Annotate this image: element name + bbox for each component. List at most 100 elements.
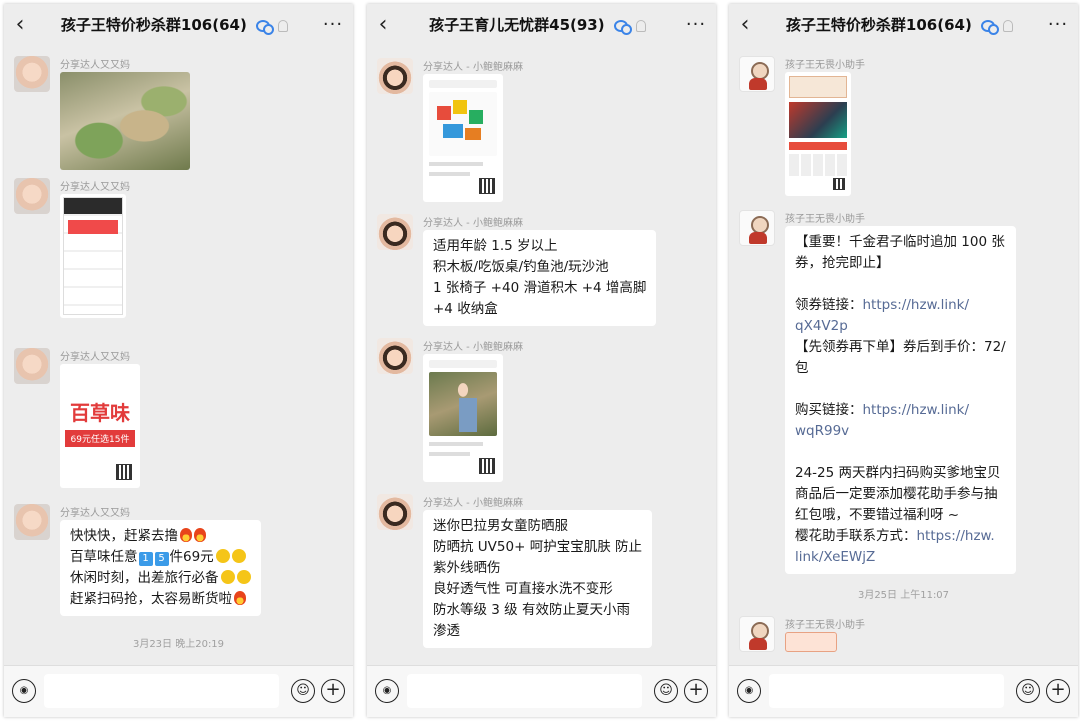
qr-code-icon	[479, 178, 495, 194]
message-line: +4 收纳盒	[433, 301, 498, 317]
back-icon[interactable]: ‹	[367, 12, 399, 37]
timestamp: 3月23日 晚上20:19	[132, 639, 225, 650]
message-input[interactable]	[407, 674, 642, 708]
message-line: 1 张椅子 +40 滑道积木 +4 增高脚	[433, 280, 647, 296]
smile-emoji-icon	[236, 570, 251, 584]
message-line: 24-25 两天群内扫码购买爹地宝贝	[795, 465, 1001, 481]
promo-brand: 百草味	[70, 401, 130, 425]
fire-emoji-icon	[194, 528, 206, 542]
avatar[interactable]	[377, 494, 413, 530]
emoji-icon[interactable]: ☺	[654, 679, 678, 703]
avatar[interactable]	[739, 616, 775, 652]
message-line: 休闲时刻，出差旅行必备	[70, 570, 219, 586]
sender-name: 孩子王无畏小助手	[785, 60, 865, 71]
group-chat-icon	[256, 19, 275, 35]
message-line: 适用年龄 1.5 岁以上	[433, 238, 558, 254]
input-bar: ◉ ☺ +	[367, 665, 716, 717]
fire-emoji-icon	[234, 591, 246, 605]
product-card-image[interactable]	[423, 74, 503, 202]
promo-poster-image[interactable]	[785, 72, 851, 196]
chat-header: ‹ 孩子王特价秒杀群106(64) ···	[729, 4, 1078, 44]
plus-icon[interactable]: +	[684, 679, 708, 703]
sender-name: 分享达人 - 小鲍鲍麻麻	[423, 218, 523, 229]
contact-link-continued[interactable]: link/XeEWjZ	[795, 547, 1006, 568]
avatar[interactable]	[377, 338, 413, 374]
scream-emoji-icon	[231, 549, 246, 563]
text-bubble[interactable]: 快快快，赶紧去撸 百草味任意 1 5 件69元 休闲时刻，出差旅行必备 赶紧扫码抢，太…	[60, 520, 261, 616]
sender-name: 分享达人又又妈	[60, 508, 130, 519]
chat-screen-1: ‹ 孩子王特价秒杀群106(64) ··· 分享达人又又妈 分享达人又又妈 分享…	[4, 4, 353, 717]
plus-icon[interactable]: +	[321, 679, 345, 703]
avatar[interactable]	[14, 504, 50, 540]
coupon-link[interactable]: https://hzw.link/	[863, 297, 970, 313]
coupon-link-continued[interactable]: qX4V2p	[795, 316, 1006, 337]
voice-icon[interactable]: ◉	[12, 679, 36, 703]
avatar[interactable]	[14, 178, 50, 214]
sender-name: 孩子王无畏小助手	[785, 214, 865, 225]
text-bubble[interactable]: 适用年龄 1.5 岁以上 积木板/吃饭桌/钓鱼池/玩沙池 1 张椅子 +40 滑…	[423, 230, 657, 326]
back-icon[interactable]: ‹	[4, 12, 36, 37]
keycap-digit: 5	[154, 552, 169, 566]
message-line: 商品后一定要添加樱花助手参与抽	[795, 486, 998, 502]
avatar[interactable]	[377, 58, 413, 94]
mute-bell-icon	[635, 19, 646, 32]
message-line: 券，抢完即止】	[795, 255, 890, 271]
more-options-icon[interactable]: ···	[676, 14, 716, 35]
message-line: 红包哦，不要错过福利呀 ~	[795, 507, 960, 523]
product-card-image[interactable]	[423, 354, 503, 482]
input-bar: ◉ ☺ +	[4, 665, 353, 717]
qr-code-icon	[479, 458, 495, 474]
sender-name: 分享达人 - 小鲍鲍麻麻	[423, 62, 523, 73]
plus-icon[interactable]: +	[1046, 679, 1070, 703]
qr-code-icon	[833, 178, 845, 190]
message-line: 【重要！千金君子临时追加 100 张	[795, 234, 1005, 250]
sender-name: 孩子王无畏小助手	[785, 620, 865, 631]
avatar[interactable]	[14, 56, 50, 92]
more-options-icon[interactable]: ···	[313, 14, 353, 35]
avatar[interactable]	[739, 210, 775, 246]
group-chat-icon	[981, 19, 1000, 35]
text-bubble[interactable]: 【重要！千金君子临时追加 100 张 券，抢完即止】 领券链接：https://…	[785, 226, 1016, 574]
message-line: 购买链接：	[795, 402, 863, 418]
message-line: 【先领券再下单】券后到手价：72/	[795, 339, 1006, 355]
more-options-icon[interactable]: ···	[1038, 14, 1078, 35]
snacks-photo[interactable]	[60, 72, 190, 170]
chat-title: 孩子王育儿无忧群45(93)	[399, 14, 676, 35]
avatar[interactable]	[377, 214, 413, 250]
purchase-link[interactable]: https://hzw.link/	[863, 402, 970, 418]
message-line: 良好透气性 可直接水洗不变形	[433, 581, 613, 597]
sender-name: 分享达人 - 小鲍鲍麻麻	[423, 342, 523, 353]
message-line: 快快快，赶紧去撸	[70, 528, 178, 544]
promo-card-image[interactable]: 百草味 69元任选15件	[60, 364, 140, 488]
voice-icon[interactable]: ◉	[737, 679, 761, 703]
message-line: 赶紧扫码抢，太容易断货啦	[70, 591, 232, 607]
voice-icon[interactable]: ◉	[375, 679, 399, 703]
message-line: 樱花助手联系方式：	[795, 528, 917, 544]
keycap-digit: 1	[138, 552, 153, 566]
back-icon[interactable]: ‹	[729, 12, 761, 37]
message-line: 防晒抗 UV50+ 呵护宝宝肌肤 防止	[433, 539, 642, 555]
avatar[interactable]	[739, 56, 775, 92]
mute-bell-icon	[1003, 19, 1014, 32]
message-line: 防水等级 3 级 有效防止夏天小雨	[433, 602, 630, 618]
contact-link[interactable]: https://hzw.	[917, 528, 995, 544]
promo-band: 69元任选15件	[65, 430, 135, 447]
chat-title-text: 孩子王育儿无忧群45(93)	[429, 15, 605, 34]
emoji-icon[interactable]: ☺	[1016, 679, 1040, 703]
avatar[interactable]	[14, 348, 50, 384]
scream-emoji-icon	[215, 549, 230, 563]
timestamp: 3月25日 上午11:07	[857, 590, 950, 601]
chat-title-text: 孩子王特价秒杀群106(64)	[785, 15, 972, 34]
purchase-link-continued[interactable]: wqR99v	[795, 421, 1006, 442]
promo-poster-image[interactable]	[785, 632, 837, 652]
screenshot-image[interactable]	[60, 194, 126, 318]
chat-header: ‹ 孩子王育儿无忧群45(93) ···	[367, 4, 716, 44]
fire-emoji-icon	[180, 528, 192, 542]
emoji-icon[interactable]: ☺	[291, 679, 315, 703]
sender-name: 分享达人又又妈	[60, 60, 130, 71]
message-line: 件69元	[169, 549, 214, 565]
message-line: 积木板/吃饭桌/钓鱼池/玩沙池	[433, 259, 609, 275]
message-input[interactable]	[769, 674, 1004, 708]
message-input[interactable]	[44, 674, 279, 708]
text-bubble[interactable]: 迷你巴拉男女童防晒服 防晒抗 UV50+ 呵护宝宝肌肤 防止 紫外线晒伤 良好透…	[423, 510, 652, 648]
